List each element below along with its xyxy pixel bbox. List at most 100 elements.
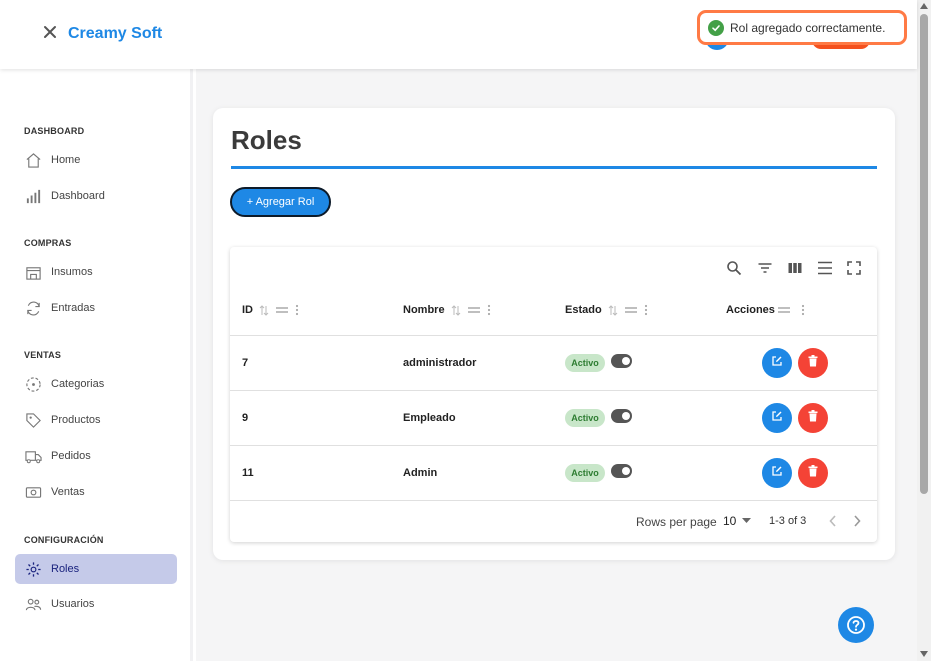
sort-icon[interactable] — [608, 304, 618, 316]
check-circle-icon — [708, 19, 724, 36]
delete-button[interactable] — [798, 403, 828, 433]
sidebar-section-title: VENTAS — [24, 350, 62, 360]
sidebar-item-entradas[interactable]: Entradas — [15, 293, 177, 323]
page-scrollbar[interactable] — [917, 0, 931, 661]
tag-icon — [24, 411, 42, 429]
edit-button[interactable] — [762, 348, 792, 378]
column-menu-icon[interactable] — [487, 304, 491, 316]
bar-chart-icon — [24, 187, 42, 205]
sidebar-item-label: Pedidos — [51, 450, 91, 462]
rows-per-page-label: Rows per page — [636, 515, 717, 529]
title-divider — [231, 166, 877, 169]
sidebar-item-label: Dashboard — [51, 190, 105, 202]
sidebar-item-label: Entradas — [51, 302, 96, 314]
sidebar-item-ventas[interactable]: Ventas — [15, 477, 177, 507]
sidebar-item-categorias[interactable]: Categorias — [15, 369, 177, 399]
status-toggle[interactable] — [611, 409, 632, 423]
fullscreen-icon[interactable] — [845, 259, 863, 277]
sidebar: DASHBOARD Home Dashboard COMPRAS Insumos… — [0, 69, 193, 661]
page-title: Roles — [231, 125, 302, 155]
edit-icon — [771, 464, 783, 482]
edit-button[interactable] — [762, 458, 792, 488]
drag-handle-icon[interactable] — [624, 306, 638, 314]
pagination-range: 1-3 of 3 — [769, 515, 807, 527]
roles-card: Roles + Agregar Rol ID Nombre Estado Acc… — [213, 108, 895, 560]
gear-icon — [24, 560, 42, 578]
sidebar-item-roles[interactable]: Roles — [15, 554, 177, 584]
add-role-button[interactable]: + Agregar Rol — [230, 187, 331, 217]
columns-icon[interactable] — [786, 259, 804, 277]
status-badge: Activo — [565, 464, 605, 482]
rows-per-page-value: 10 — [723, 514, 737, 528]
drag-handle-icon[interactable] — [467, 306, 481, 314]
sidebar-section-title: CONFIGURACIÓN — [24, 535, 104, 545]
scroll-up-arrow[interactable] — [920, 3, 928, 9]
trash-icon — [808, 409, 818, 427]
category-icon — [24, 375, 42, 393]
drag-handle-icon[interactable] — [777, 306, 791, 314]
next-page-icon[interactable] — [849, 513, 865, 529]
table-row: 9 Empleado Activo — [230, 390, 877, 445]
sidebar-item-label: Home — [51, 154, 81, 166]
chevron-down-icon — [742, 518, 752, 524]
prev-page-icon[interactable] — [825, 513, 841, 529]
column-header-label: Estado — [565, 304, 602, 316]
sidebar-item-label: Usuarios — [51, 598, 95, 610]
column-header-label: ID — [242, 304, 253, 316]
users-icon — [24, 595, 42, 613]
status-badge: Activo — [565, 409, 605, 427]
table-row: 11 Admin Activo — [230, 445, 877, 500]
drag-handle-icon[interactable] — [275, 306, 289, 314]
sidebar-section-title: DASHBOARD — [24, 126, 85, 136]
cell-nombre: Admin — [403, 467, 438, 479]
edit-button[interactable] — [762, 403, 792, 433]
density-icon[interactable] — [816, 259, 834, 277]
edit-icon — [771, 354, 783, 372]
scrollbar-thumb[interactable] — [920, 14, 928, 494]
cell-id: 7 — [242, 357, 249, 369]
sidebar-item-dashboard[interactable]: Dashboard — [15, 181, 177, 211]
column-header-acciones[interactable]: Acciones — [726, 304, 805, 316]
cell-nombre: Empleado — [403, 412, 456, 424]
column-header-label: Acciones — [726, 304, 775, 316]
delete-button[interactable] — [798, 458, 828, 488]
filter-icon[interactable] — [756, 259, 774, 277]
sidebar-item-pedidos[interactable]: Pedidos — [15, 441, 177, 471]
help-button[interactable] — [838, 607, 874, 643]
sidebar-item-insumos[interactable]: Insumos — [15, 257, 177, 287]
sidebar-item-label: Roles — [51, 563, 80, 575]
home-icon — [24, 151, 42, 169]
brand-title: Creamy Soft — [68, 25, 163, 42]
scroll-down-arrow[interactable] — [920, 651, 928, 657]
sidebar-item-home[interactable]: Home — [15, 145, 177, 175]
sort-icon[interactable] — [451, 304, 461, 316]
table-row: 7 administrador Activo — [230, 335, 877, 390]
delete-button[interactable] — [798, 348, 828, 378]
sidebar-item-usuarios[interactable]: Usuarios — [15, 589, 177, 619]
search-icon[interactable] — [725, 259, 743, 277]
success-toast: Rol agregado correctamente. — [697, 10, 907, 45]
column-menu-icon[interactable] — [295, 304, 299, 316]
status-toggle[interactable] — [611, 354, 632, 368]
sidebar-item-productos[interactable]: Productos — [15, 405, 177, 435]
status-toggle[interactable] — [611, 464, 632, 478]
column-menu-icon[interactable] — [644, 304, 648, 316]
sidebar-item-label: Ventas — [51, 486, 85, 498]
column-header-id[interactable]: ID — [242, 304, 299, 316]
money-icon — [24, 483, 42, 501]
trash-icon — [808, 464, 818, 482]
help-icon — [846, 615, 866, 635]
close-icon[interactable] — [40, 22, 60, 42]
cell-id: 11 — [242, 467, 254, 479]
column-header-estado[interactable]: Estado — [565, 304, 648, 316]
column-header-nombre[interactable]: Nombre — [403, 304, 491, 316]
table-pagination: Rows per page 10 1-3 of 3 — [230, 500, 877, 542]
column-menu-icon[interactable] — [801, 304, 805, 316]
cell-id: 9 — [242, 412, 249, 424]
rows-per-page-select[interactable]: 10 — [723, 514, 752, 528]
sidebar-item-label: Productos — [51, 414, 101, 426]
roles-table: ID Nombre Estado Acciones 7 administrado… — [230, 247, 877, 542]
sort-icon[interactable] — [259, 304, 269, 316]
main-content: Roles + Agregar Rol ID Nombre Estado Acc… — [196, 69, 917, 661]
sidebar-section-title: COMPRAS — [24, 238, 72, 248]
